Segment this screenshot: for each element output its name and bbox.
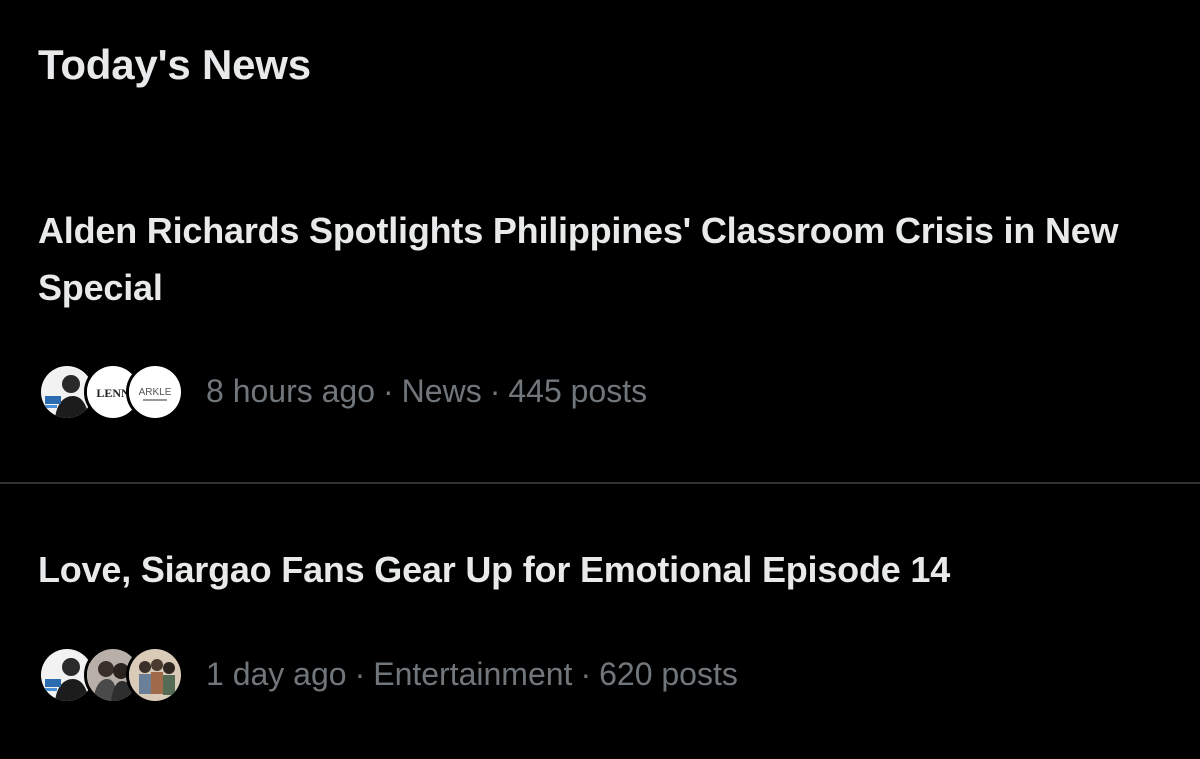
arkle-logo-avatar-icon: ARKLE [126, 363, 184, 421]
news-time: 8 hours ago [206, 372, 376, 409]
news-post-count: 620 posts [599, 655, 738, 692]
arkle-logo-text: ARKLE [139, 387, 172, 398]
group-photo-avatar-icon [126, 646, 184, 704]
news-meta: LENN ARKLE 8 hours ago · News · 445 post… [38, 361, 647, 421]
avatar-stack: LENN ARKLE [38, 361, 184, 421]
news-item[interactable]: Love, Siargao Fans Gear Up for Emotional… [0, 484, 1200, 759]
news-post-count: 445 posts [508, 372, 648, 409]
meta-separator: · [580, 655, 592, 692]
news-meta-text: 1 day ago · Entertainment · 620 posts [206, 656, 738, 693]
lenn-logo-text: LENN [96, 386, 130, 400]
news-category: Entertainment [373, 655, 573, 692]
news-headline[interactable]: Love, Siargao Fans Gear Up for Emotional… [38, 541, 1158, 598]
news-meta: 1 day ago · Entertainment · 620 posts [38, 644, 738, 704]
news-category: News [401, 372, 482, 409]
avatar-stack [38, 644, 184, 704]
news-item[interactable]: Alden Richards Spotlights Philippines' C… [0, 198, 1200, 482]
meta-separator: · [383, 372, 394, 409]
news-time: 1 day ago [206, 655, 347, 692]
section-title: Today's News [38, 41, 311, 88]
meta-separator: · [354, 655, 366, 692]
news-meta-text: 8 hours ago · News · 445 posts [206, 373, 647, 410]
news-headline[interactable]: Alden Richards Spotlights Philippines' C… [38, 202, 1158, 316]
meta-separator: · [489, 372, 501, 409]
